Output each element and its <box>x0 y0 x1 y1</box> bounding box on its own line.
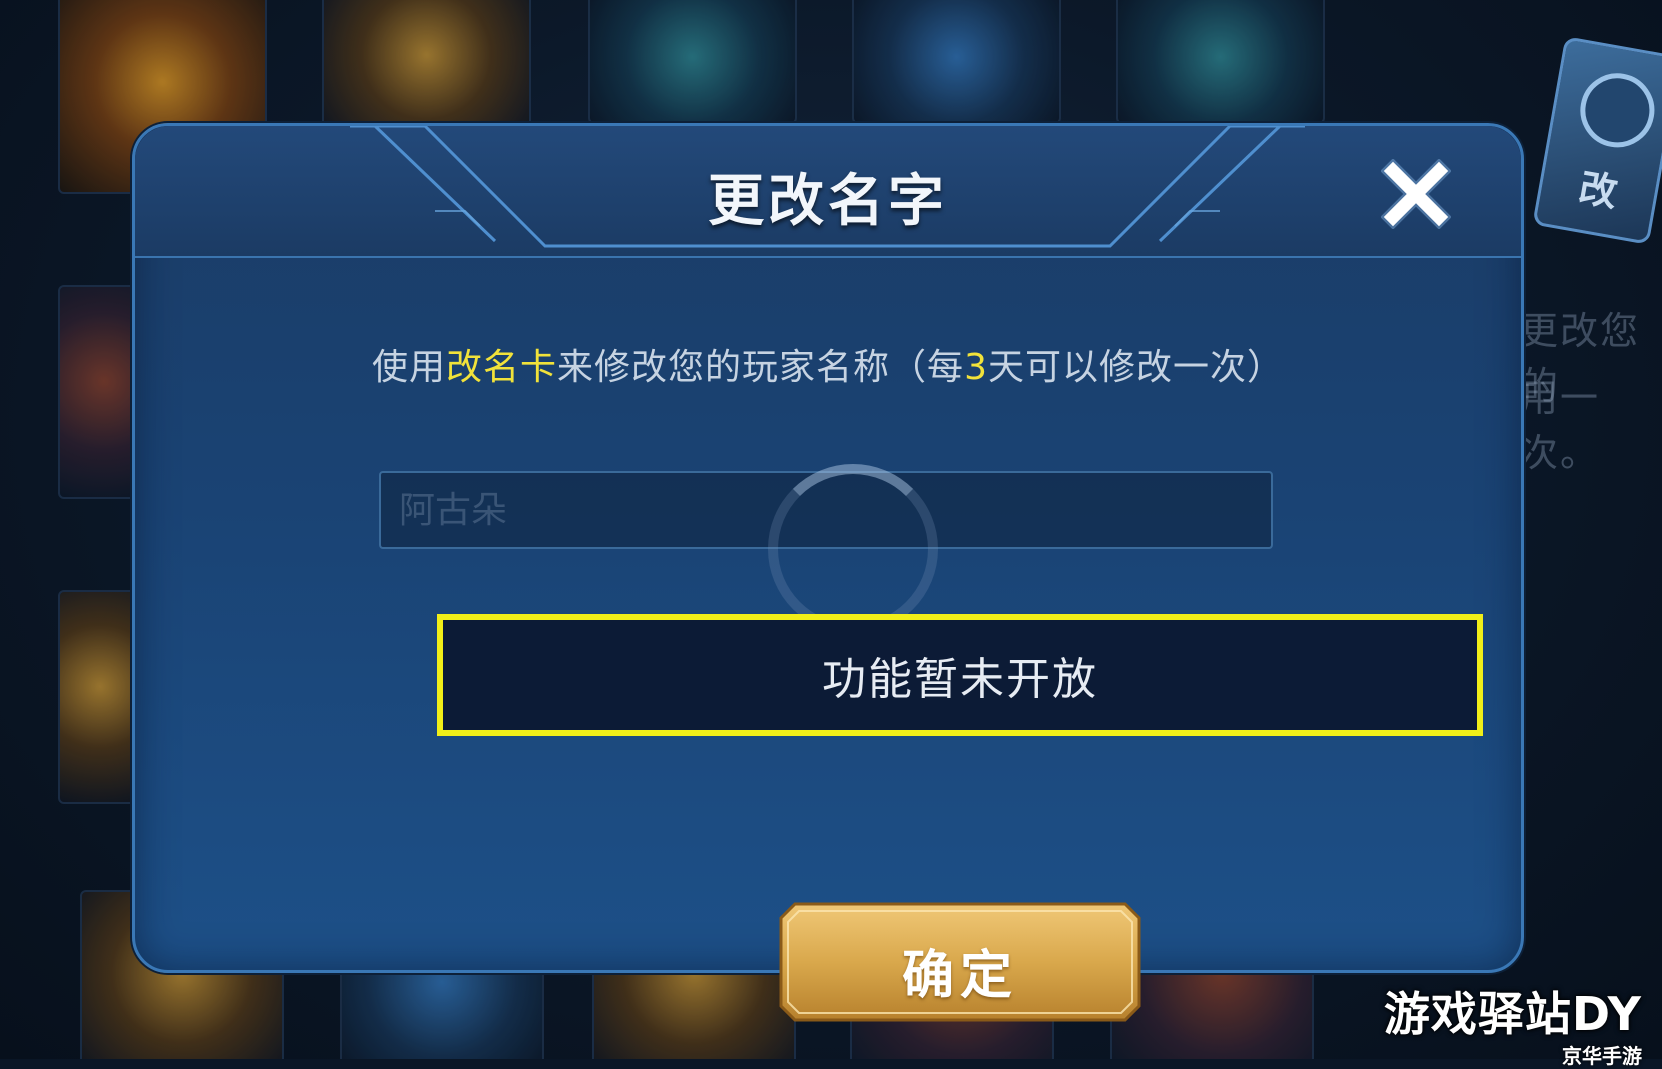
bg-item-card <box>852 0 1061 124</box>
confirm-button-label: 确定 <box>901 946 1018 1006</box>
dialog-title: 更改名字 <box>708 169 948 234</box>
toast-text: 功能暂未开放 <box>822 654 1098 705</box>
watermark-sub-text: 京华手游 <box>1562 1044 1642 1068</box>
rename-dialog: 更改名字 使用改名卡来修改您的玩家名称（每3天可以修改一次） 功能暂未开放 <box>132 123 1524 1022</box>
dialog-header: 更改名字 <box>135 126 1521 258</box>
bg-side-text-line2: 用一次。 <box>1520 376 1601 475</box>
close-icon <box>1380 158 1452 230</box>
rename-card-highlight: 改名卡 <box>446 347 558 388</box>
loading-spinner-icon <box>768 464 938 634</box>
bg-item-card <box>58 285 142 499</box>
days-highlight: 3 <box>964 347 988 388</box>
watermark-main-text: 游戏驿站DY <box>1383 987 1642 1041</box>
bg-item-card <box>322 0 531 134</box>
watermark: 游戏驿站DY 京华手游 <box>1384 978 1642 1069</box>
instruction-text: 使用改名卡来修改您的玩家名称（每3天可以修改一次） <box>135 338 1521 390</box>
instruction-part: 天可以修改一次） <box>987 347 1284 388</box>
instruction-part: 使用 <box>372 347 447 388</box>
bg-item-card <box>1116 0 1325 124</box>
feature-unavailable-toast: 功能暂未开放 <box>437 614 1483 736</box>
confirm-button[interactable]: 确定 <box>779 902 1141 1022</box>
rename-card-image: 改 <box>1532 36 1662 245</box>
helmet-emblem-icon <box>1574 67 1661 154</box>
close-button[interactable] <box>1380 158 1452 230</box>
bg-item-card <box>58 590 142 804</box>
bg-item-card <box>588 0 797 124</box>
rename-card-text: 改 <box>1575 165 1621 216</box>
instruction-part: 来修改您的玩家名称（每 <box>557 347 965 388</box>
